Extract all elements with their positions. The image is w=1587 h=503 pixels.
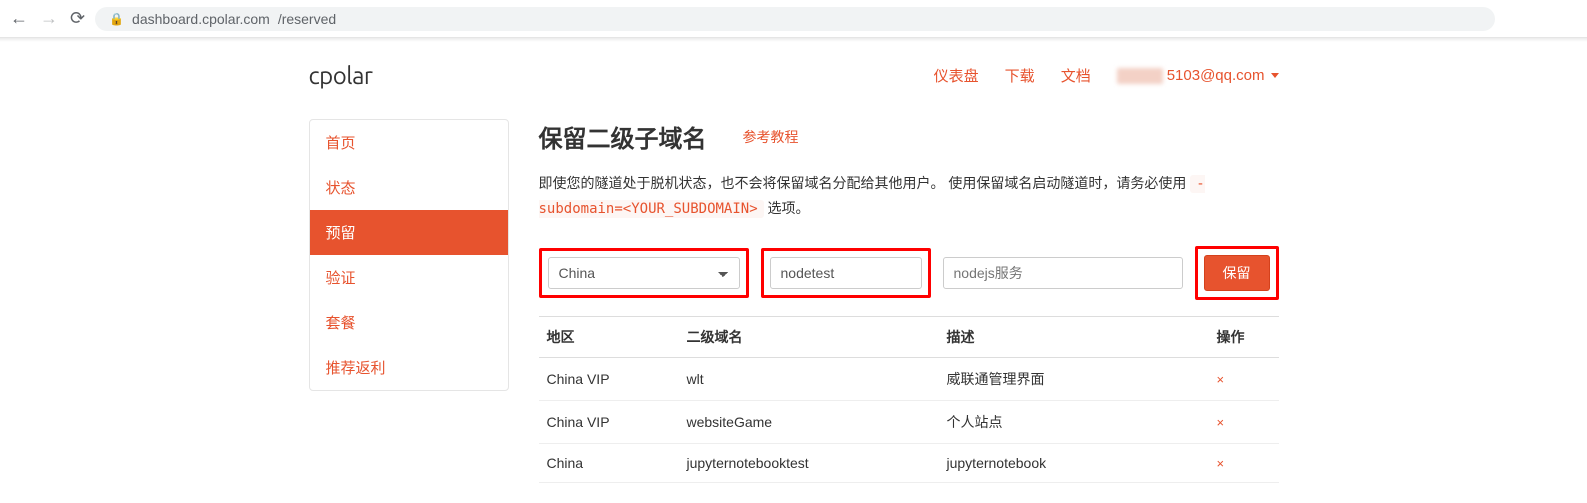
cell-subdomain: jupyternotebooktest	[679, 443, 939, 482]
email-redacted	[1117, 68, 1163, 84]
address-bar[interactable]: 🔒 dashboard.cpolar.com/reserved	[95, 7, 1495, 31]
cell-region: China VIP	[539, 357, 679, 400]
highlight-region: China	[539, 248, 749, 298]
sidebar-item-4[interactable]: 套餐	[310, 300, 508, 345]
sidebar-item-5[interactable]: 推荐返利	[310, 345, 508, 390]
sidebar: 首页状态预留验证套餐推荐返利	[309, 119, 509, 391]
page-header: cpolar 仪表盘 下载 文档 5103@qq.com	[309, 42, 1279, 119]
nav-docs[interactable]: 文档	[1061, 65, 1091, 86]
email-suffix: 5103@qq.com	[1167, 67, 1265, 84]
logo: cpolar	[309, 62, 373, 89]
sidebar-item-3[interactable]: 验证	[310, 255, 508, 300]
description: 即使您的隧道处于脱机状态，也不会将保留域名分配给其他用户。 使用保留域名启动隧道…	[539, 172, 1279, 222]
cell-region: China	[539, 443, 679, 482]
cell-region: China VIP	[539, 400, 679, 443]
sidebar-item-2[interactable]: 预留	[310, 210, 508, 255]
page-title: 保留二级子域名	[539, 119, 707, 154]
th-action: 操作	[1209, 316, 1279, 357]
nav-account[interactable]: 5103@qq.com	[1117, 67, 1279, 84]
chevron-down-icon	[1271, 73, 1279, 78]
delete-icon[interactable]: ×	[1217, 415, 1225, 430]
table-row: China VIPwebsiteGame个人站点 ×	[539, 400, 1279, 443]
nav-download[interactable]: 下载	[1005, 65, 1035, 86]
reserved-table: 地区 二级域名 描述 操作 China VIPwlt威联通管理界面×China …	[539, 316, 1279, 483]
highlight-subdomain	[761, 248, 931, 298]
reference-link[interactable]: 参考教程	[743, 127, 799, 147]
back-icon[interactable]: ←	[10, 8, 28, 29]
th-desc: 描述	[939, 316, 1209, 357]
header-nav: 仪表盘 下载 文档 5103@qq.com	[934, 65, 1279, 86]
table-row: Chinajupyternotebooktestjupyternotebook ×	[539, 443, 1279, 482]
desc-post: 选项。	[764, 200, 810, 216]
cell-subdomain: wlt	[679, 357, 939, 400]
reload-icon[interactable]: ⟳	[70, 8, 85, 29]
description-input[interactable]	[943, 257, 1183, 289]
cell-desc: 威联通管理界面	[939, 357, 1209, 400]
desc-pre: 即使您的隧道处于脱机状态，也不会将保留域名分配给其他用户。 使用保留域名启动隧道…	[539, 175, 1191, 191]
main-content: 保留二级子域名 参考教程 即使您的隧道处于脱机状态，也不会将保留域名分配给其他用…	[539, 119, 1279, 483]
cell-desc: 个人站点	[939, 400, 1209, 443]
cell-desc: jupyternotebook	[939, 443, 1209, 482]
delete-icon[interactable]: ×	[1217, 456, 1225, 471]
sidebar-item-0[interactable]: 首页	[310, 120, 508, 165]
forward-icon[interactable]: →	[40, 8, 58, 29]
browser-toolbar: ← → ⟳ 🔒 dashboard.cpolar.com/reserved	[0, 0, 1587, 38]
nav-dashboard[interactable]: 仪表盘	[934, 65, 979, 86]
reserve-form: China 保留	[539, 246, 1279, 300]
reserve-button[interactable]: 保留	[1204, 255, 1270, 291]
lock-icon: 🔒	[109, 12, 124, 26]
highlight-reserve-button: 保留	[1195, 246, 1279, 300]
subdomain-input[interactable]	[770, 257, 922, 289]
th-subdomain: 二级域名	[679, 316, 939, 357]
delete-icon[interactable]: ×	[1217, 372, 1225, 387]
sidebar-item-1[interactable]: 状态	[310, 165, 508, 210]
th-region: 地区	[539, 316, 679, 357]
cell-subdomain: websiteGame	[679, 400, 939, 443]
url-path: /reserved	[278, 11, 336, 27]
url-host: dashboard.cpolar.com	[132, 11, 270, 27]
region-select[interactable]: China	[548, 257, 740, 289]
table-row: China VIPwlt威联通管理界面 ×	[539, 357, 1279, 400]
